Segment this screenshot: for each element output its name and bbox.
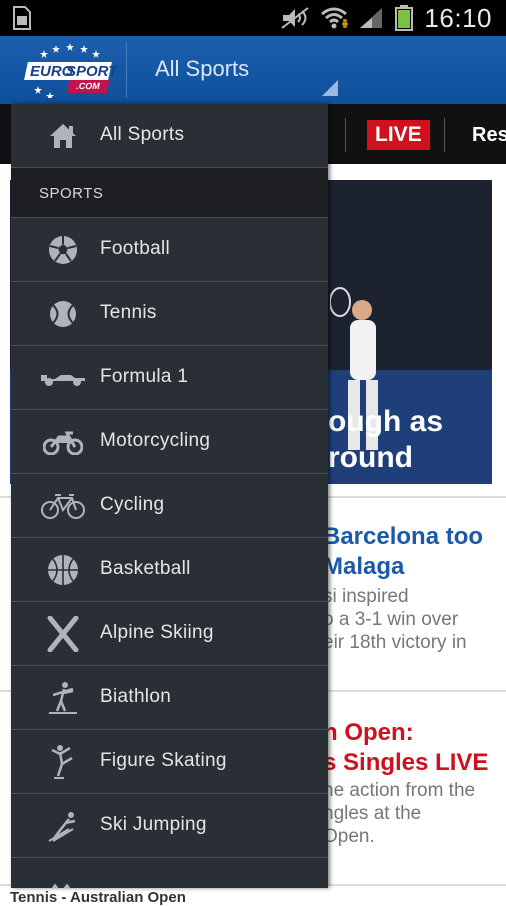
drawer-item-all-sports[interactable]: All Sports xyxy=(11,104,328,168)
drawer-item-label: Cycling xyxy=(100,494,165,515)
action-bar: EURO SPORT .COM All Sports xyxy=(0,36,506,104)
wifi-icon xyxy=(321,7,349,29)
drawer-item-label: Alpine Skiing xyxy=(100,622,214,643)
drawer-item-formula-1[interactable]: Formula 1 xyxy=(11,346,328,410)
drawer-item-label: Biathlon xyxy=(100,686,172,707)
story-title: Barcelona too Malaga xyxy=(323,523,484,580)
navigation-drawer: All Sports SPORTS Football Tennis Formul… xyxy=(11,104,328,888)
drawer-item-label: Formula 1 xyxy=(100,366,189,387)
battery-icon xyxy=(395,5,414,31)
basketball-icon xyxy=(41,550,85,590)
drawer-item-label: Tennis xyxy=(100,302,157,323)
biathlon-icon xyxy=(41,678,85,718)
drawer-item-football[interactable]: Football xyxy=(11,218,328,282)
motorcycle-icon xyxy=(41,422,85,462)
drawer-item-label: Ski Jumping xyxy=(100,814,207,835)
drawer-item-label: Motorcycling xyxy=(100,430,211,451)
sim-card-icon xyxy=(13,6,31,30)
drawer-item-alpine-skiing[interactable]: Alpine Skiing xyxy=(11,602,328,666)
ski-jumper-icon xyxy=(41,806,85,846)
tennis-ball-icon xyxy=(41,294,85,334)
drawer-item-motorcycling[interactable]: Motorcycling xyxy=(11,410,328,474)
story-summary: he action from the ngles at the Open. xyxy=(323,780,476,847)
drawer-item-label: All Sports xyxy=(100,124,185,145)
tab-live[interactable]: LIVE xyxy=(367,120,430,150)
drawer-item-label: Football xyxy=(100,238,170,259)
football-icon xyxy=(41,230,85,270)
tab-results[interactable]: Resu xyxy=(472,124,506,147)
section-header-label: SPORTS xyxy=(39,185,104,202)
drawer-item-ski-jumping[interactable]: Ski Jumping xyxy=(11,794,328,858)
bicycle-icon xyxy=(41,486,85,526)
action-bar-divider xyxy=(126,42,127,98)
drawer-item-label: Basketball xyxy=(100,558,191,579)
story-category-label: Tennis - Australian Open xyxy=(10,889,186,906)
drawer-item-partial[interactable] xyxy=(11,858,328,888)
category-spinner-label[interactable]: All Sports xyxy=(155,56,249,82)
home-icon xyxy=(41,116,85,156)
drawer-item-basketball[interactable]: Basketball xyxy=(11,538,328,602)
clock: 16:10 xyxy=(424,2,492,33)
drawer-item-biathlon[interactable]: Biathlon xyxy=(11,666,328,730)
drawer-item-label: Figure Skating xyxy=(100,750,227,771)
tab-divider xyxy=(345,118,346,152)
mute-icon xyxy=(281,7,310,29)
figure-skater-icon xyxy=(41,742,85,782)
signal-icon xyxy=(360,8,383,28)
status-bar: 16:10 xyxy=(0,0,506,36)
story-summary: si inspired o a 3-1 win over eir 18th vi… xyxy=(323,586,467,653)
logo-domain-text: .COM xyxy=(66,80,110,93)
drawer-section-header: SPORTS xyxy=(11,168,328,218)
drawer-item-figure-skating[interactable]: Figure Skating xyxy=(11,730,328,794)
skis-icon xyxy=(41,614,85,654)
sport-icon xyxy=(41,870,85,888)
spinner-indicator-icon[interactable] xyxy=(322,80,338,96)
f1-car-icon xyxy=(41,358,85,398)
story-title: n Open: s Singles LIVE xyxy=(323,719,489,776)
eurosport-logo[interactable]: EURO SPORT .COM xyxy=(22,42,118,98)
drawer-item-tennis[interactable]: Tennis xyxy=(11,282,328,346)
tab-divider xyxy=(444,118,445,152)
logo-sport-text: SPORT xyxy=(66,63,118,80)
drawer-item-cycling[interactable]: Cycling xyxy=(11,474,328,538)
